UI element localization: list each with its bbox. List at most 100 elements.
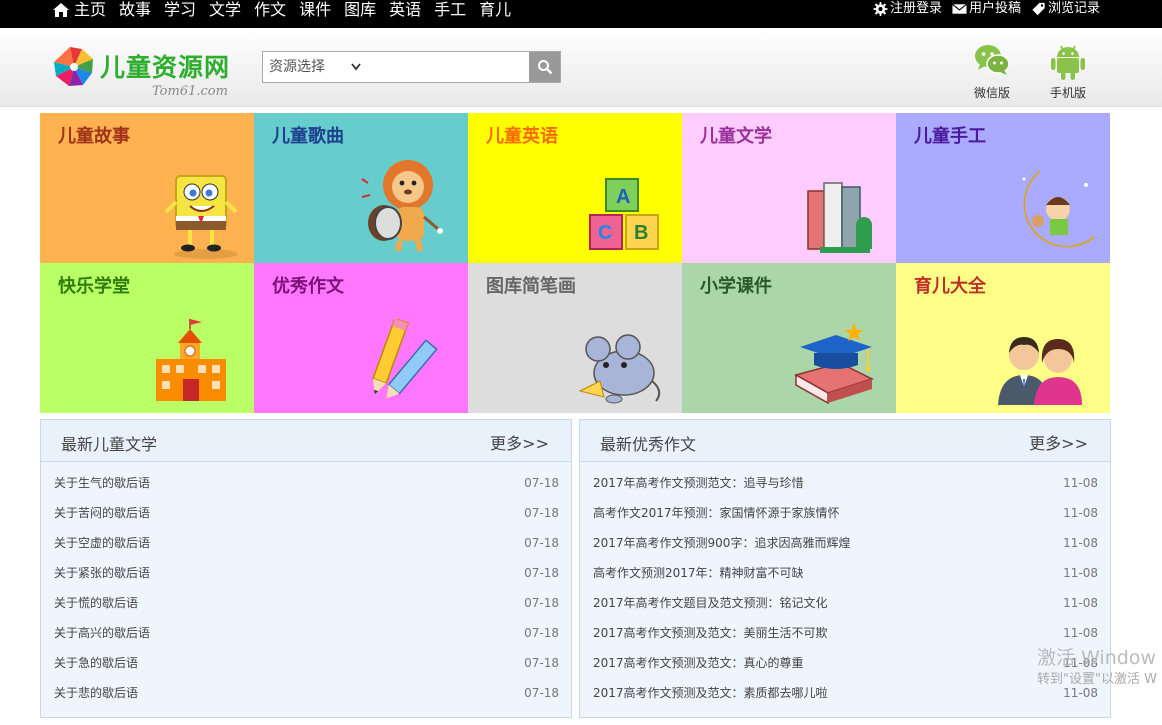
list-item-link[interactable]: 关于急的歇后语 (54, 648, 138, 678)
graduation-book-icon (794, 323, 874, 405)
list-item: 关于生气的歇后语 07-18 (41, 468, 571, 498)
literature-list: 关于生气的歇后语 07-18 关于苦闷的歇后语 07-18 关于空虚的歇后语 07-1… (41, 462, 571, 708)
chevron-down-icon (351, 63, 361, 71)
panel-header: 最新优秀作文 更多>> (580, 420, 1110, 462)
list-item-link[interactable]: 高考作文2017年预测：家国情怀源于家族情怀 (593, 498, 840, 528)
svg-text:B: B (634, 222, 648, 244)
more-link[interactable]: 更多>> (490, 430, 549, 454)
nav-english[interactable]: 英语 (389, 0, 421, 20)
tile-children-handcraft[interactable]: 儿童手工 (896, 113, 1110, 263)
nav-handcraft[interactable]: 手工 (434, 0, 466, 20)
essay-list: 2017年高考作文预测范文：追寻与珍惜 11-08 高考作文2017年预测：家国情… (580, 462, 1110, 708)
lion-drum-icon (361, 160, 443, 252)
tile-label: 快乐学堂 (58, 276, 130, 297)
tile-children-english[interactable]: 儿童英语 A C B (468, 113, 682, 263)
top-nav: 主页 故事 学习 文学 作文 课件 图库 英语 手工 育儿 (52, 0, 524, 20)
panel-title: 最新儿童文学 (61, 435, 158, 454)
nav-home-label: 主页 (74, 0, 107, 19)
list-item-link[interactable]: 2017高考作文预测及范文：美丽生活不可欺 (593, 618, 828, 648)
list-item-date: 11-08 (1063, 536, 1098, 550)
list-item-link[interactable]: 2017年高考作文预测900字：追求因高雅而辉煌 (593, 528, 850, 558)
list-item-date: 07-18 (524, 596, 559, 610)
list-item-link[interactable]: 关于苦闷的歇后语 (54, 498, 150, 528)
tile-children-stories[interactable]: 儿童故事 (40, 113, 254, 263)
list-item-link[interactable]: 2017高考作文预测及范文：真心的尊重 (593, 648, 804, 678)
tile-children-literature[interactable]: 儿童文学 (682, 113, 896, 263)
tile-label: 儿童英语 (486, 126, 558, 147)
tile-label: 儿童文学 (700, 126, 772, 147)
list-item-link[interactable]: 关于悲的歇后语 (54, 678, 138, 708)
list-item-link[interactable]: 2017年高考作文题目及范文预测：铭记文化 (593, 588, 828, 618)
mouse-icon (578, 334, 661, 404)
list-item-link[interactable]: 2017高考作文预测及范文：素质都去哪儿啦 (593, 678, 828, 708)
tile-label: 图库简笔画 (486, 276, 576, 297)
panel-title: 最新优秀作文 (600, 435, 697, 454)
register-login-link[interactable]: 注册登录 (873, 0, 942, 18)
nav-home[interactable]: 主页 (52, 0, 106, 20)
wechat-icon (975, 45, 1010, 75)
resource-select[interactable]: 资源选择 (263, 52, 363, 82)
nav-parenting[interactable]: 育儿 (479, 0, 511, 20)
list-item-date: 11-08 (1063, 566, 1098, 580)
list-item-link[interactable]: 2017年高考作文预测范文：追寻与珍惜 (593, 468, 804, 498)
search-input[interactable] (363, 52, 530, 82)
search-box: 资源选择 (262, 51, 561, 83)
sponge-icon (164, 175, 238, 259)
svg-text:A: A (616, 186, 630, 208)
nav-study[interactable]: 学习 (164, 0, 196, 20)
list-item-link[interactable]: 关于生气的歇后语 (54, 468, 150, 498)
resource-select-label: 资源选择 (269, 59, 325, 75)
register-login-label: 注册登录 (889, 1, 942, 16)
list-item-date: 07-18 (524, 536, 559, 550)
list-item-link[interactable]: 关于紧张的歇后语 (54, 558, 150, 588)
latest-literature-panel: 最新儿童文学 更多>> 关于生气的歇后语 07-18 关于苦闷的歇后语 07-18 … (40, 419, 572, 718)
top-links: 注册登录 用户投稿 浏览记录 (863, 0, 1100, 18)
nav-courseware[interactable]: 课件 (299, 0, 331, 20)
tile-label: 儿童手工 (914, 126, 986, 147)
nav-gallery[interactable]: 图库 (344, 0, 376, 20)
list-item-link[interactable]: 关于高兴的歇后语 (54, 618, 150, 648)
pencil-icon (372, 319, 438, 399)
tile-label: 育儿大全 (914, 276, 986, 297)
browse-history-link[interactable]: 浏览记录 (1031, 0, 1100, 18)
tile-label: 优秀作文 (272, 276, 344, 297)
nav-essay[interactable]: 作文 (254, 0, 286, 20)
tile-primary-courseware[interactable]: 小学课件 (682, 263, 896, 413)
list-item-date: 11-08 (1063, 506, 1098, 520)
mobile-version-link[interactable]: 手机版 (1043, 40, 1093, 101)
list-item-date: 07-18 (524, 686, 559, 700)
list-item: 关于空虚的歇后语 07-18 (41, 528, 571, 558)
logo-text: 儿童资源网 (100, 53, 231, 82)
tile-excellent-essays[interactable]: 优秀作文 (254, 263, 468, 413)
tile-parenting-guide[interactable]: 育儿大全 (896, 263, 1110, 413)
list-item: 关于紧张的歇后语 07-18 (41, 558, 571, 588)
list-item-date: 07-18 (524, 506, 559, 520)
list-item: 2017年高考作文预测范文：追寻与珍惜 11-08 (580, 468, 1110, 498)
wechat-version-link[interactable]: 微信版 (967, 40, 1017, 101)
site-logo[interactable]: 儿童资源网 Tom61.com (50, 42, 240, 106)
tile-gallery-drawings[interactable]: 图库简笔画 (468, 263, 682, 413)
user-submit-label: 用户投稿 (968, 1, 1021, 16)
tile-label: 儿童故事 (58, 126, 130, 147)
list-item-link[interactable]: 高考作文预测2017年：精神财富不可缺 (593, 558, 804, 588)
more-link[interactable]: 更多>> (1029, 430, 1088, 454)
list-item: 2017高考作文预测及范文：真心的尊重 11-08 (580, 648, 1110, 678)
parents-icon (998, 337, 1082, 405)
user-submit-link[interactable]: 用户投稿 (952, 0, 1021, 18)
wechat-version-label: 微信版 (973, 86, 1010, 100)
list-item: 2017高考作文预测及范文：素质都去哪儿啦 11-08 (580, 678, 1110, 708)
list-item: 高考作文2017年预测：家国情怀源于家族情怀 11-08 (580, 498, 1110, 528)
list-item-link[interactable]: 关于慌的歇后语 (54, 588, 138, 618)
list-item-link[interactable]: 关于空虚的歇后语 (54, 528, 150, 558)
moon-kid-icon (1022, 170, 1095, 248)
tile-happy-school[interactable]: 快乐学堂 (40, 263, 254, 413)
nav-story[interactable]: 故事 (119, 0, 151, 20)
svg-text:C: C (598, 222, 612, 244)
tile-children-songs[interactable]: 儿童歌曲 (254, 113, 468, 263)
activation-watermark-hint: 转到"设置"以激活 W (1037, 672, 1157, 687)
books-icon (807, 182, 872, 253)
search-button[interactable] (529, 52, 560, 82)
nav-literature[interactable]: 文学 (209, 0, 241, 20)
tile-label: 儿童歌曲 (272, 126, 344, 147)
latest-essays-panel: 最新优秀作文 更多>> 2017年高考作文预测范文：追寻与珍惜 11-08 高考作… (579, 419, 1111, 718)
